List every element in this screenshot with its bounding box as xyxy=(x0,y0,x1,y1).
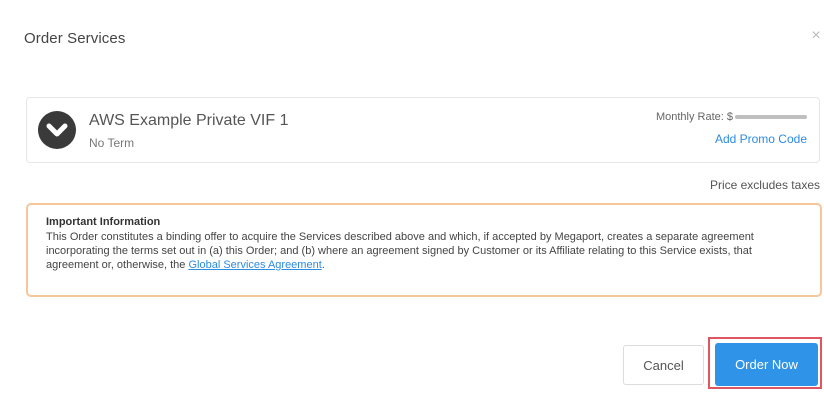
info-body-text: This Order constitutes a binding offer t… xyxy=(46,231,754,271)
monthly-rate: Monthly Rate: $ xyxy=(656,111,807,123)
dialog-title: Order Services xyxy=(24,30,126,47)
monthly-rate-label: Monthly Rate: $ xyxy=(655,111,733,123)
monthly-rate-redacted-value xyxy=(735,115,807,119)
important-information-box: Important Information This Order constit… xyxy=(26,203,822,297)
cancel-button[interactable]: Cancel xyxy=(623,345,704,385)
rate-section: Monthly Rate: $ Add Promo Code xyxy=(656,111,807,146)
info-body: This Order constitutes a binding offer t… xyxy=(46,230,802,272)
global-services-agreement-link[interactable]: Global Services Agreement xyxy=(188,259,321,271)
price-tax-note: Price excludes taxes xyxy=(709,178,820,192)
service-term: No Term xyxy=(89,136,135,150)
order-services-dialog: Order Services × AWS Example Private VIF… xyxy=(0,0,824,400)
chevron-down-icon xyxy=(38,111,76,149)
info-title: Important Information xyxy=(46,216,161,228)
close-icon[interactable]: × xyxy=(808,28,824,44)
order-now-button[interactable]: Order Now xyxy=(715,343,818,386)
add-promo-code-link[interactable]: Add Promo Code xyxy=(656,132,807,146)
info-body-end: . xyxy=(321,259,325,271)
service-name: AWS Example Private VIF 1 xyxy=(89,112,289,129)
service-card: AWS Example Private VIF 1 No Term Monthl… xyxy=(26,97,820,163)
